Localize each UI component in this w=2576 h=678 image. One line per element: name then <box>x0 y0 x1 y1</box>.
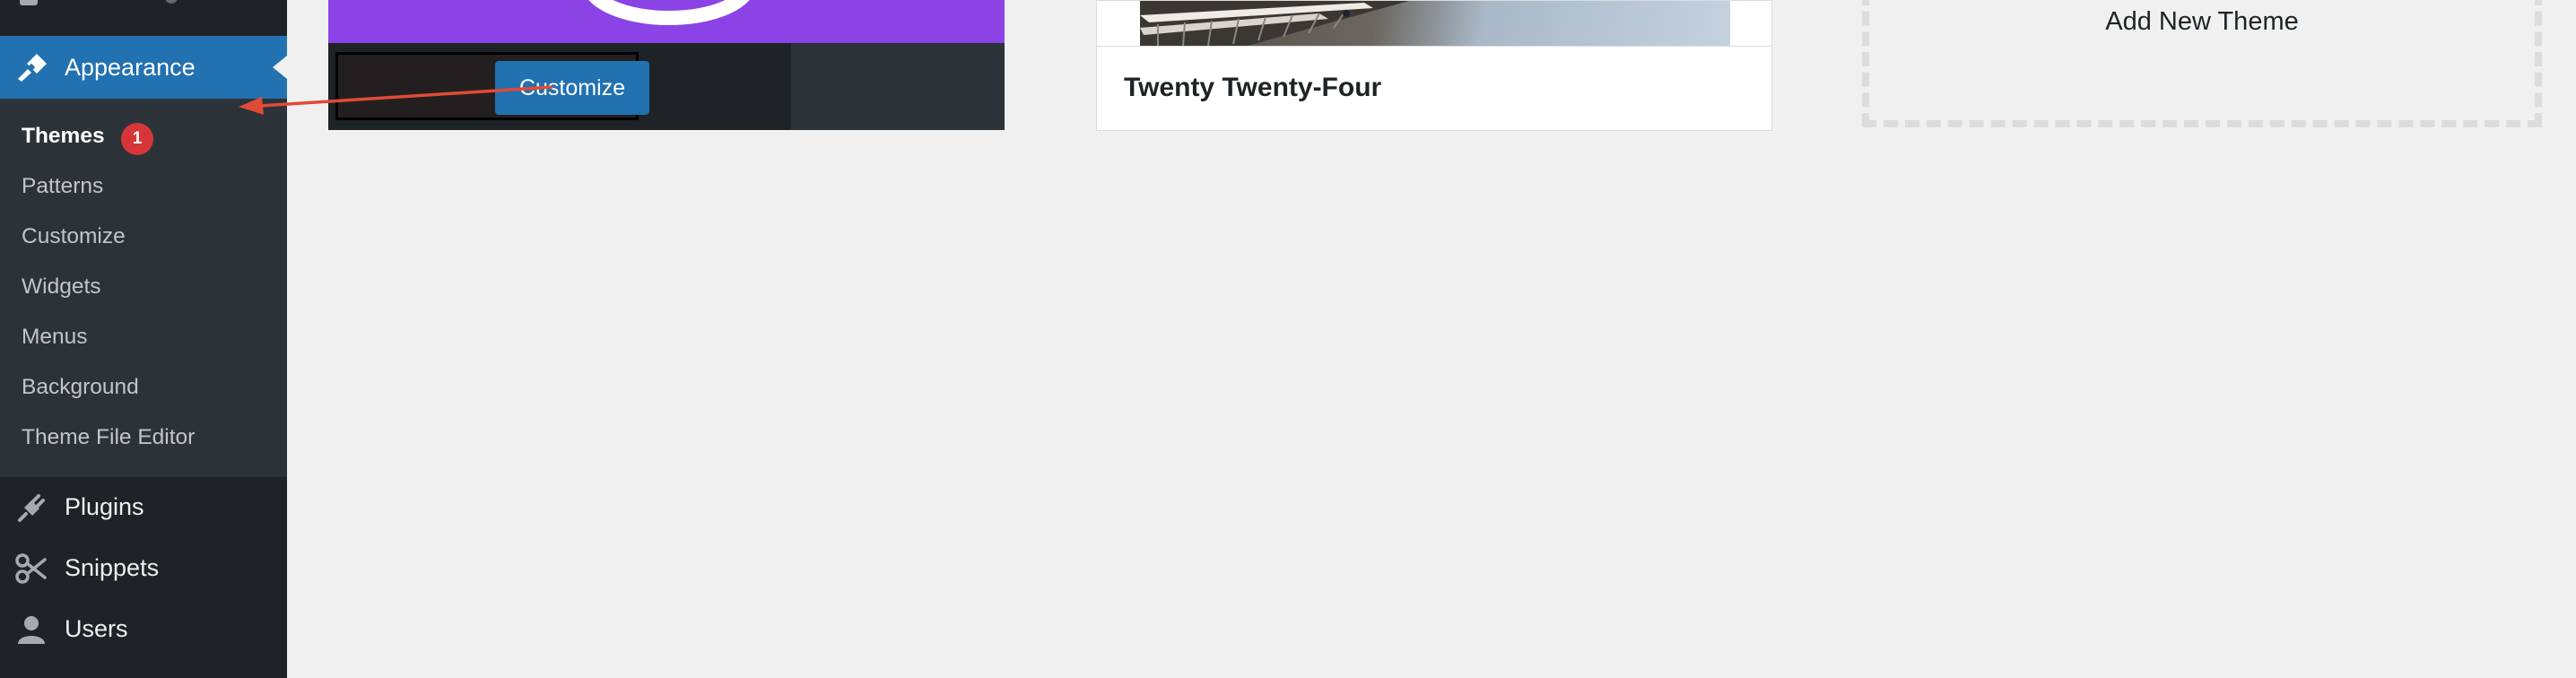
submenu-item-menus[interactable]: Menus <box>22 325 88 350</box>
submenu-item-background[interactable]: Background <box>22 375 139 400</box>
customize-button[interactable]: Customize <box>495 61 649 115</box>
active-menu-pointer <box>273 56 287 79</box>
sidebar-item-users[interactable]: Users <box>0 599 287 658</box>
card-divider <box>1097 46 1771 47</box>
sidebar-item-label: Plugins <box>65 493 144 520</box>
plugins-icon <box>18 494 45 522</box>
sidebar-item-label: Snippets <box>65 554 160 581</box>
theme-card[interactable]: Twenty Twenty-Four <box>1096 0 1772 131</box>
submenu-item-theme-file-editor[interactable]: Theme File Editor <box>22 425 195 450</box>
submenu-item-customize[interactable]: Customize <box>22 224 126 249</box>
theme-actions <box>791 43 1005 130</box>
submenu-item-themes[interactable]: Themes <box>22 124 105 149</box>
scissors-icon <box>15 553 47 584</box>
active-theme-card[interactable] <box>328 0 1005 130</box>
submenu-item-widgets[interactable]: Widgets <box>22 274 101 300</box>
theme-screenshot <box>1140 1 1730 46</box>
paintbrush-icon <box>18 54 47 82</box>
sidebar-item-appearance[interactable]: Appearance <box>0 36 287 99</box>
sidebar-item-cut-off[interactable] <box>0 0 287 11</box>
submenu-item-patterns[interactable]: Patterns <box>22 174 103 199</box>
active-theme-footer <box>328 43 1005 130</box>
theme-name: Twenty Twenty-Four <box>1124 73 1382 102</box>
theme-screenshot <box>328 0 1005 43</box>
menu-indicator-icon <box>165 0 178 4</box>
add-new-theme-label: Add New Theme <box>2105 7 2299 36</box>
sidebar-item-label: Appearance <box>65 54 196 81</box>
add-new-theme-card[interactable]: Add New Theme <box>1862 0 2542 127</box>
user-icon <box>18 616 45 644</box>
theme-logo-icon <box>588 0 750 25</box>
sidebar-item-snippets[interactable]: Snippets <box>0 538 287 597</box>
sidebar-item-label: Users <box>65 615 128 642</box>
admin-sidebar: Appearance Themes 1 Patterns Customize W… <box>0 0 287 678</box>
building-image <box>1140 1 1409 46</box>
menu-icon <box>20 0 38 5</box>
sidebar-item-plugins[interactable]: Plugins <box>0 477 287 536</box>
update-count-badge: 1 <box>121 123 153 155</box>
